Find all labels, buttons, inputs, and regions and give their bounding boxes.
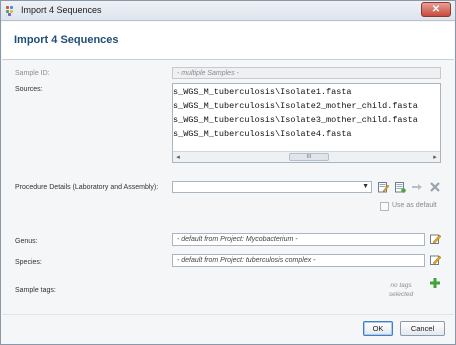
delete-icon[interactable] <box>429 181 441 193</box>
scroll-left-icon[interactable]: ◂ <box>173 152 183 162</box>
sample-id-field: - multiple Samples - <box>172 67 441 79</box>
no-tags-line: no tags <box>390 282 412 289</box>
procedure-select[interactable]: ▼ <box>172 181 372 193</box>
scroll-right-icon[interactable]: ▸ <box>430 152 440 162</box>
source-item[interactable]: s_WGS_M_tuberculosis\Isolate2_mother_chi… <box>173 101 418 111</box>
genus-field[interactable]: - default from Project: Mycobacterium - <box>172 233 425 246</box>
use-as-default-label: Use as default <box>392 202 437 209</box>
species-label: Species: <box>15 259 42 266</box>
edit-document-icon[interactable] <box>377 181 389 193</box>
window-title: Import 4 Sequences <box>21 5 102 15</box>
horizontal-scrollbar[interactable]: ◂ III ▸ <box>173 151 440 162</box>
title-bar: Import 4 Sequences ✕ <box>1 1 455 21</box>
sample-id-label: Sample ID: <box>15 70 50 77</box>
add-tag-icon[interactable] <box>429 277 441 289</box>
ok-button[interactable]: OK <box>363 321 393 336</box>
edit-species-icon[interactable] <box>429 254 441 266</box>
procedure-label: Procedure Details (Laboratory and Assemb… <box>15 184 159 191</box>
source-item[interactable]: s_WGS_M_tuberculosis\Isolate3_mother_chi… <box>173 115 418 125</box>
dialog-header: Import 4 Sequences <box>2 22 454 60</box>
use-as-default-checkbox[interactable] <box>380 202 389 211</box>
no-tags-line: selected <box>388 291 414 298</box>
sample-id-value: - multiple Samples - <box>177 70 239 77</box>
close-button[interactable]: ✕ <box>421 2 451 17</box>
export-icon[interactable] <box>411 181 423 193</box>
app-icon <box>6 6 16 16</box>
sample-tags-label: Sample tags: <box>15 287 56 294</box>
close-icon: ✕ <box>431 4 441 15</box>
footer-divider <box>2 314 454 315</box>
edit-genus-icon[interactable] <box>429 233 441 245</box>
scroll-thumb[interactable]: III <box>289 153 329 161</box>
genus-value: - default from Project: Mycobacterium - <box>177 236 298 243</box>
cancel-button[interactable]: Cancel <box>400 321 445 336</box>
species-value: - default from Project: tuberculosis com… <box>177 257 316 264</box>
new-document-icon[interactable] <box>394 181 406 193</box>
source-item[interactable]: s_WGS_M_tuberculosis\Isolate1.fasta <box>173 87 352 97</box>
source-item[interactable]: s_WGS_M_tuberculosis\Isolate4.fasta <box>173 129 352 139</box>
no-tags-text: no tags selected <box>383 281 419 299</box>
import-dialog: Import 4 Sequences ✕ Import 4 Sequences … <box>0 0 456 345</box>
dialog-title: Import 4 Sequences <box>14 34 119 46</box>
genus-label: Genus: <box>15 238 38 245</box>
species-field[interactable]: - default from Project: tuberculosis com… <box>172 254 425 267</box>
dropdown-arrow-icon: ▼ <box>362 183 369 190</box>
sources-label: Sources: <box>15 86 43 93</box>
sources-list[interactable]: s_WGS_M_tuberculosis\Isolate1.fasta s_WG… <box>172 83 441 163</box>
